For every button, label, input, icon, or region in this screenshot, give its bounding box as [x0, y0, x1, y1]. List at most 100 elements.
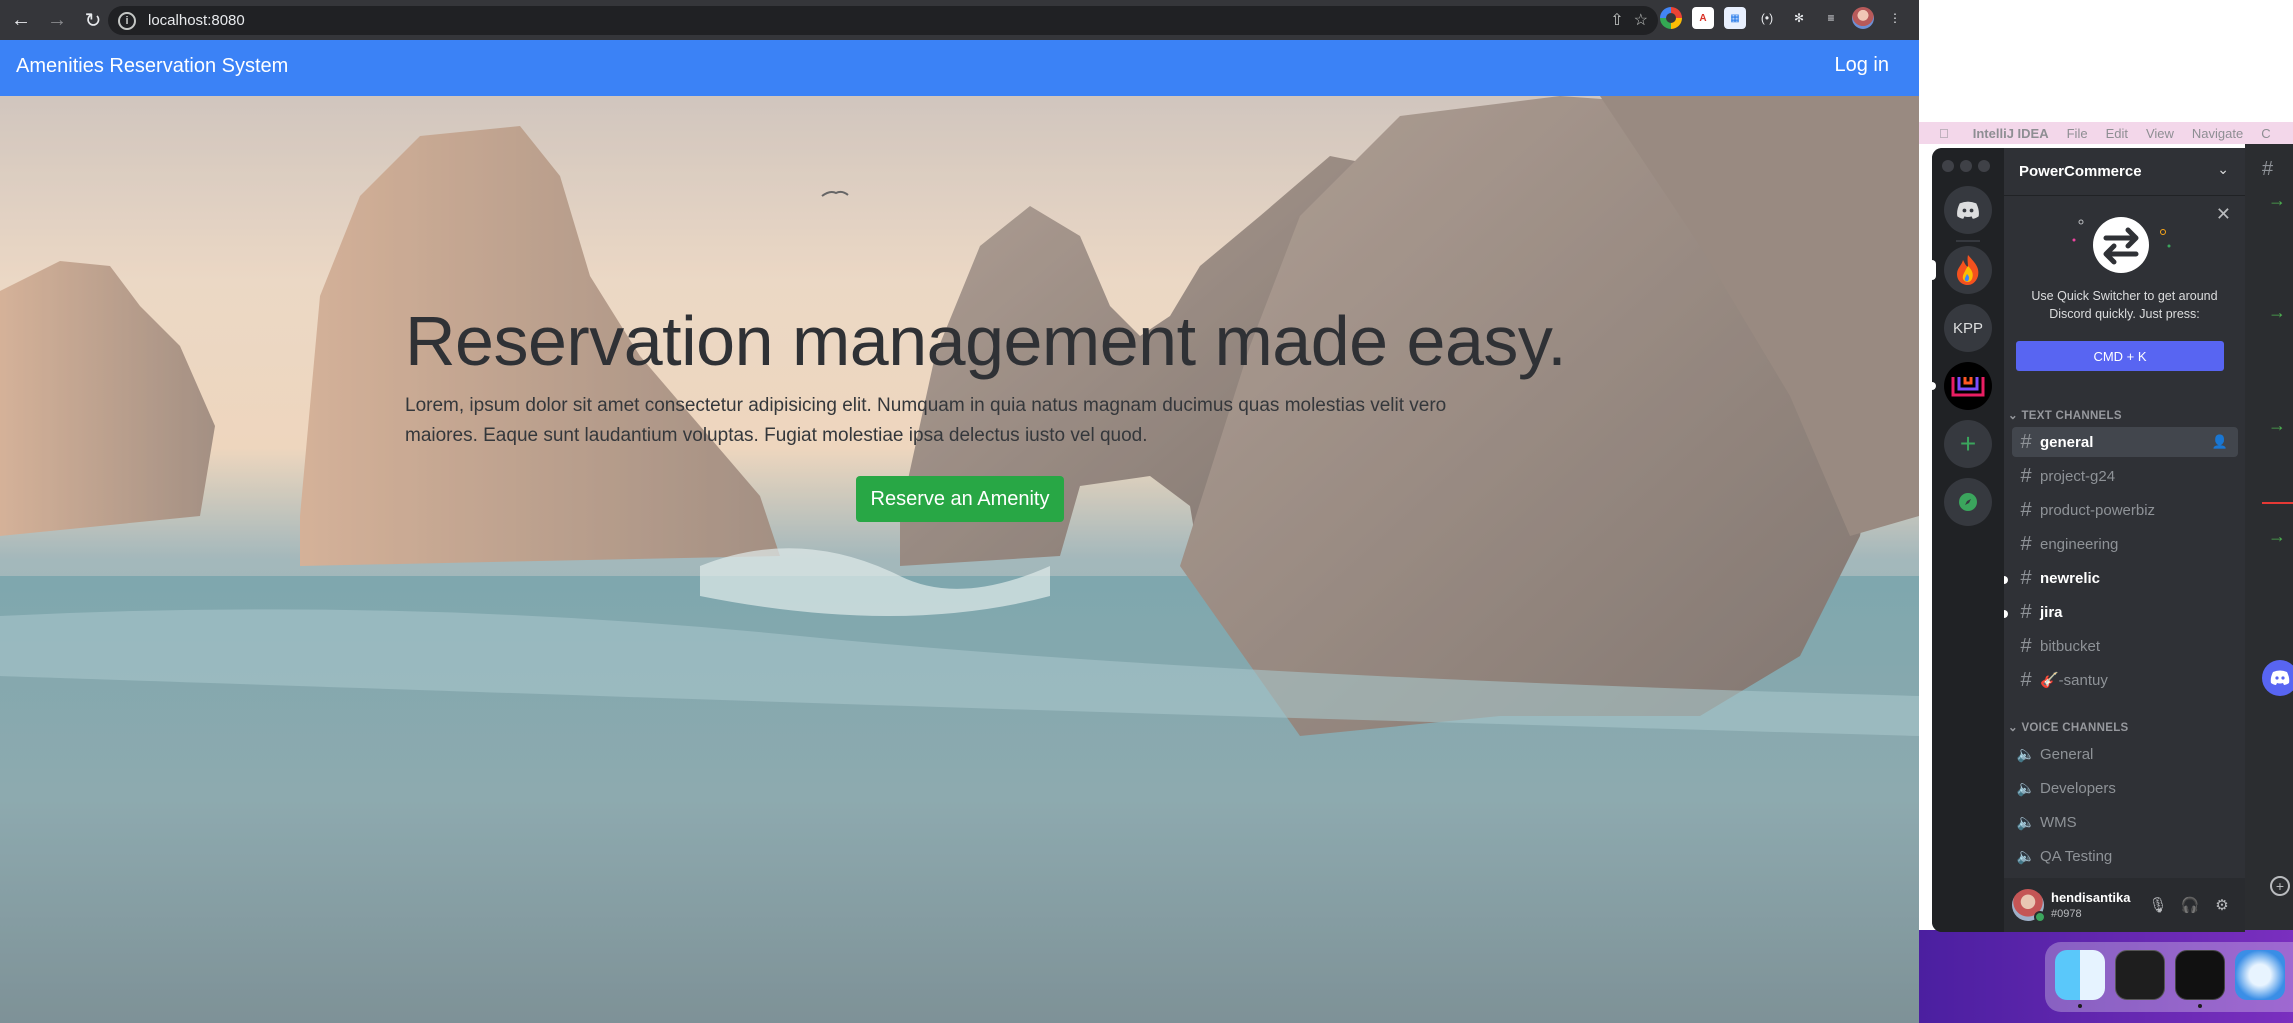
channel-label: WMS: [2040, 813, 2077, 831]
channel-label: jira: [2040, 603, 2063, 621]
reserve-amenity-button[interactable]: Reserve an Amenity: [856, 476, 1064, 522]
address-bar[interactable]: i localhost:8080 ⇧ ☆: [108, 6, 1658, 35]
discord-floating-icon[interactable]: [2262, 660, 2293, 696]
hero-overlay: [0, 96, 1919, 1023]
channel-label: General: [2040, 745, 2094, 763]
extensions-area: A ▦ (•) ✻ ≡ ⋮: [1660, 7, 1906, 29]
app-navbar: Amenities Reservation System Log in: [0, 40, 1919, 96]
channel-jira[interactable]: # jira: [2012, 597, 2238, 627]
speaker-icon: 🔈: [2016, 848, 2036, 865]
hash-icon: #: [2020, 430, 2032, 453]
bookmark-star-icon[interactable]: ☆: [1634, 10, 1648, 30]
arrow-right-icon: →: [2268, 526, 2286, 546]
share-icon[interactable]: ⇧: [1610, 10, 1623, 30]
app-page: Amenities Reservation System Log in Rese…: [0, 40, 1919, 1023]
close-icon[interactable]: ✕: [2216, 204, 2231, 225]
site-info-icon[interactable]: i: [118, 11, 136, 30]
screenshot-extension-icon[interactable]: ▦: [1724, 7, 1746, 29]
user-name[interactable]: hendisantika: [2051, 890, 2130, 905]
explore-servers-icon[interactable]: [1944, 478, 1992, 526]
chrome-extension-icon[interactable]: [1660, 7, 1682, 29]
browser-window: ← → ↻ i localhost:8080 ⇧ ☆ A ▦ (•) ✻ ≡ ⋮…: [0, 0, 1919, 1023]
channel-general[interactable]: # general 👤: [2012, 427, 2238, 457]
discord-home-icon[interactable]: [1944, 186, 1992, 234]
puzzle-extensions-icon[interactable]: ✻: [1788, 7, 1810, 29]
iterm-icon[interactable]: [2175, 950, 2225, 1000]
login-link[interactable]: Log in: [1835, 54, 1890, 77]
macos-menubar:  IntelliJ IDEA File Edit View Navigate …: [1919, 122, 2293, 144]
pdf-extension-icon[interactable]: A: [1692, 7, 1714, 29]
macos-dock: [2045, 942, 2293, 1012]
channel-label: bitbucket: [2040, 637, 2101, 655]
channel-engineering[interactable]: # engineering: [2012, 529, 2238, 559]
gear-icon[interactable]: ⚙: [2212, 895, 2232, 915]
reading-list-icon[interactable]: ≡: [1820, 7, 1842, 29]
server-name[interactable]: PowerCommerce: [2019, 163, 2142, 180]
headphones-icon[interactable]: 🎧: [2180, 895, 2200, 915]
hash-icon: #: [2020, 634, 2032, 657]
quick-switcher-button[interactable]: CMD + K: [2016, 341, 2224, 371]
menubar-file[interactable]: File: [2067, 126, 2088, 141]
channel-santuy[interactable]: # 🎸-santuy: [2012, 665, 2238, 695]
window-close-icon[interactable]: [1942, 160, 1954, 172]
hash-icon: #: [2020, 668, 2032, 691]
channel-bitbucket[interactable]: # bitbucket: [2012, 631, 2238, 661]
mute-microphone-icon[interactable]: 🎙: [2148, 895, 2168, 915]
running-indicator: [2198, 1004, 2202, 1008]
add-icon[interactable]: +: [2270, 876, 2290, 896]
voice-channel-wms[interactable]: 🔈 WMS: [2012, 807, 2238, 837]
hash-icon: #: [2020, 498, 2032, 521]
apple-menu-icon[interactable]: : [1939, 126, 1949, 141]
running-indicator: [2078, 1004, 2082, 1008]
menubar-code[interactable]: C: [2261, 126, 2270, 141]
server-fire-icon[interactable]: [1944, 246, 1992, 294]
terminal-icon[interactable]: [2115, 950, 2165, 1000]
window-zoom-icon[interactable]: [1978, 160, 1990, 172]
channel-sidebar: PowerCommerce ⌄ ✕ Use Quick Switcher to …: [2004, 148, 2245, 932]
reload-icon[interactable]: ↻: [78, 5, 108, 35]
address-url[interactable]: localhost:8080: [148, 12, 245, 29]
user-panel: hendisantika #0978 🎙 🎧 ⚙: [2004, 878, 2245, 932]
add-server-icon[interactable]: +: [1944, 420, 1992, 468]
browser-toolbar: ← → ↻ i localhost:8080 ⇧ ☆ A ▦ (•) ✻ ≡ ⋮: [0, 0, 1919, 40]
server-header[interactable]: PowerCommerce ⌄: [2004, 148, 2245, 196]
safari-icon[interactable]: [2235, 950, 2285, 1000]
kebab-menu-icon[interactable]: ⋮: [1884, 7, 1906, 29]
back-icon[interactable]: ←: [6, 5, 36, 35]
channel-product-powerbiz[interactable]: # product-powerbiz: [2012, 495, 2238, 525]
server-kpp[interactable]: KPP: [1944, 304, 1992, 352]
menubar-app-name[interactable]: IntelliJ IDEA: [1973, 126, 2049, 141]
selected-server-indicator: [1932, 260, 1936, 280]
channel-label: general: [2040, 433, 2094, 451]
unread-indicator: [2004, 610, 2008, 618]
hero-description: Lorem, ipsum dolor sit amet consectetur …: [405, 395, 1447, 446]
voice-channels-header[interactable]: ⌄ VOICE CHANNELS: [2008, 720, 2129, 734]
window-minimize-icon[interactable]: [1960, 160, 1972, 172]
channel-label: newrelic: [2040, 569, 2101, 587]
menubar-view[interactable]: View: [2146, 126, 2174, 141]
text-channels-header[interactable]: ⌄ TEXT CHANNELS: [2008, 408, 2122, 422]
voice-channels-label: VOICE CHANNELS: [2021, 722, 2129, 734]
hero-title: Reservation management made easy.: [405, 302, 1567, 380]
menubar-edit[interactable]: Edit: [2106, 126, 2128, 141]
forward-icon[interactable]: →: [42, 5, 72, 35]
channel-project-g24[interactable]: # project-g24: [2012, 461, 2238, 491]
channel-label: QA Testing: [2040, 847, 2113, 865]
server-logo-icon[interactable]: [1944, 362, 1992, 410]
profile-avatar-icon[interactable]: [1852, 7, 1874, 29]
voice-channel-developers[interactable]: 🔈 Developers: [2012, 773, 2238, 803]
voice-channel-qa-testing[interactable]: 🔈 QA Testing: [2012, 841, 2238, 871]
channel-newrelic[interactable]: # newrelic: [2012, 563, 2238, 593]
voice-channel-general[interactable]: 🔈 General: [2012, 739, 2238, 769]
invite-user-icon[interactable]: 👤: [2212, 434, 2228, 450]
hash-icon: #: [2020, 532, 2032, 555]
app-brand-link[interactable]: Amenities Reservation System: [16, 55, 288, 78]
speaker-icon: 🔈: [2016, 814, 2036, 831]
discord-window: KPP + PowerCommerce ⌄ ✕ Use Quick Switch…: [1932, 148, 2245, 932]
menubar-navigate[interactable]: Navigate: [2192, 126, 2243, 141]
arrow-right-icon: →: [2268, 415, 2286, 435]
unread-indicator: [2004, 576, 2008, 584]
finder-icon[interactable]: [2055, 950, 2105, 1000]
chevron-down-icon[interactable]: ⌄: [2217, 161, 2229, 178]
devtools-extension-icon[interactable]: (•): [1756, 7, 1778, 29]
